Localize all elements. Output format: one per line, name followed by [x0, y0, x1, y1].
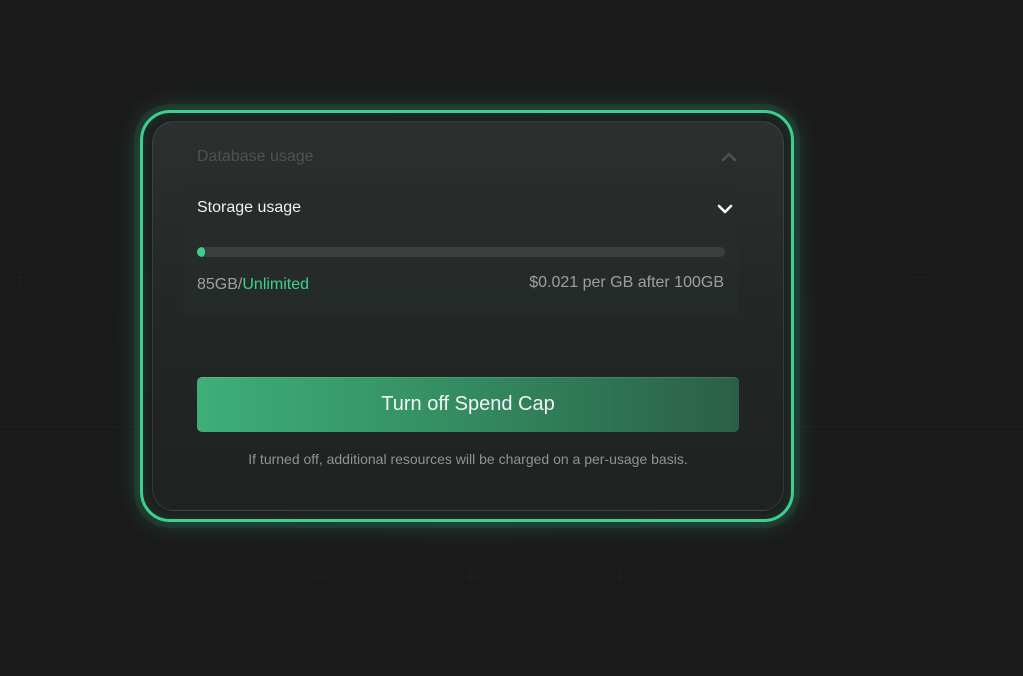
chevron-down-icon[interactable]: [716, 202, 734, 221]
storage-usage-value: 85GB/Unlimited: [197, 276, 309, 294]
storage-price-note: $0.021 per GB after 100GB: [529, 274, 724, 291]
spend-cap-footnote: If turned off, additional resources will…: [248, 451, 688, 467]
usage-limit: Unlimited: [242, 276, 310, 293]
storage-usage-label: Storage usage: [197, 199, 302, 216]
database-usage-label: Database usage: [197, 148, 314, 165]
chevron-up-icon[interactable]: [721, 150, 737, 168]
page-background: Database usage Storage usage 85GB/Unlimi…: [0, 0, 1023, 676]
storage-progress-bar: [197, 247, 725, 257]
turn-off-spend-cap-button[interactable]: Turn off Spend Cap: [197, 377, 739, 432]
storage-progress-fill: [197, 247, 205, 257]
database-usage-row[interactable]: Database usage: [197, 146, 737, 170]
usage-amount: 85GB/: [197, 276, 243, 293]
